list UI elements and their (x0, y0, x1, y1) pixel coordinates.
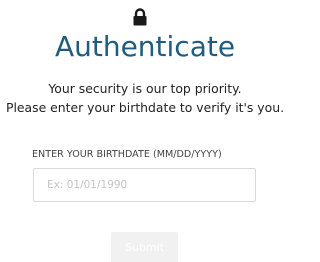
lock-icon (133, 8, 147, 26)
page-title: Authenticate (54, 30, 236, 63)
security-message: Your security is our top priority. (48, 81, 242, 96)
instruction-message: Please enter your birthdate to verify it… (5, 100, 285, 115)
birthdate-label: ENTER YOUR BIRTHDATE (MM/DD/YYYY) (32, 149, 222, 160)
submit-button[interactable]: Submit (111, 232, 178, 262)
birthdate-input[interactable] (33, 168, 256, 202)
